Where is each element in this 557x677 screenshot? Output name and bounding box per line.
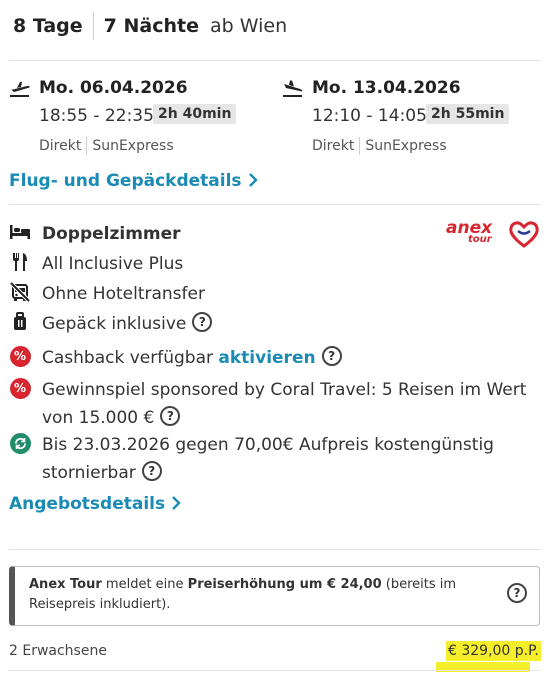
percent-badge-icon: % (9, 377, 31, 399)
outbound-date: Mo. 06.04.2026 (39, 78, 188, 98)
outbound-time: 18:55 - 22:35 (39, 106, 154, 126)
percent-badge-icon: % (9, 345, 31, 367)
cashback-activate-link[interactable]: aktivieren (218, 348, 315, 368)
meta-divider (86, 137, 88, 155)
return-duration-badge: 2h 55min (426, 104, 510, 124)
divider (9, 549, 541, 550)
room-type-link[interactable]: Doppelzimmer (42, 220, 547, 248)
help-icon[interactable]: ? (507, 583, 527, 603)
return-date: Mo. 13.04.2026 (312, 78, 461, 98)
no-bus-icon (9, 281, 31, 303)
cashback-row: % Cashback verfügbar aktivieren? (9, 344, 544, 372)
return-airline: SunExpress (365, 138, 447, 154)
return-stops: Direkt (312, 138, 355, 154)
raffle-info: Gewinnspiel sponsored by Coral Travel: 5… (42, 376, 547, 432)
notice-text: Anex Tour meldet eine Preiserhöhung um €… (29, 575, 479, 615)
outbound-duration-badge: 2h 40min (153, 104, 237, 124)
departure-airport: ab Wien (209, 15, 288, 37)
offer-details-link[interactable]: Angebotsdetails (9, 494, 181, 514)
header-divider (92, 12, 94, 40)
outbound-airline: SunExpress (92, 138, 174, 154)
refresh-badge-icon (9, 432, 31, 454)
raffle-label: Gewinnspiel sponsored by Coral Travel: 5… (42, 380, 527, 428)
cashback-info: Cashback verfügbar aktivieren? (42, 344, 547, 372)
board-type: All Inclusive Plus (42, 254, 184, 274)
cancellation-label: Bis 23.03.2026 gegen 70,00€ Aufpreis kos… (42, 435, 494, 483)
chevron-right-icon (248, 172, 258, 191)
help-icon[interactable]: ? (141, 461, 162, 481)
offer-details-label: Angebotsdetails (9, 494, 166, 514)
flight-details-label: Flug- und Gepäckdetails (9, 171, 242, 191)
transfer-info: Ohne Hoteltransfer (42, 284, 205, 304)
bed-icon (9, 221, 31, 243)
help-icon[interactable]: ? (160, 406, 181, 426)
trip-days: 8 Tage (13, 15, 83, 37)
flight-details-link[interactable]: Flug- und Gepäckdetails (9, 171, 258, 191)
trip-nights: 7 Nächte (103, 15, 199, 37)
transfer-row: Ohne Hoteltransfer (9, 280, 544, 308)
help-icon[interactable]: ? (321, 346, 342, 366)
plane-arrival-icon (283, 80, 303, 97)
notice-highlight: Preiserhöhung um € 24,00 (187, 577, 382, 592)
board-row: All Inclusive Plus (9, 250, 544, 278)
cancellation-info: Bis 23.03.2026 gegen 70,00€ Aufpreis kos… (42, 431, 547, 487)
meta-divider (359, 137, 361, 155)
notice-operator: Anex Tour (29, 577, 102, 592)
travellers-count: 2 Erwachsene (9, 643, 107, 659)
luggage-label: Gepäck inklusive (42, 314, 187, 334)
luggage-row: Gepäck inklusive? (9, 310, 544, 338)
return-meta: Direkt SunExpress (312, 137, 447, 155)
trip-summary: 8 Tage 7 Nächte ab Wien (13, 12, 287, 40)
plane-departure-icon (10, 82, 30, 97)
raffle-row: % Gewinnspiel sponsored by Coral Travel:… (9, 376, 544, 432)
price-per-person: € 329,00 p.P. (446, 641, 541, 661)
help-icon[interactable]: ? (192, 312, 213, 332)
notice-middle: meldet eine (101, 577, 188, 592)
suitcase-icon (9, 311, 31, 333)
outbound-meta: Direkt SunExpress (39, 137, 174, 155)
divider (9, 60, 541, 61)
chevron-right-icon (171, 495, 181, 514)
room-row: Doppelzimmer (9, 220, 544, 248)
cancellation-row: Bis 23.03.2026 gegen 70,00€ Aufpreis kos… (9, 431, 544, 487)
divider (9, 670, 541, 671)
price-increase-notice: Anex Tour meldet eine Preiserhöhung um €… (9, 566, 540, 626)
cutlery-icon (9, 251, 31, 273)
return-time: 12:10 - 14:05 (312, 106, 427, 126)
outbound-stops: Direkt (39, 138, 82, 154)
luggage-info: Gepäck inklusive? (42, 310, 547, 338)
divider (9, 204, 541, 205)
cashback-label: Cashback verfügbar (42, 348, 213, 368)
